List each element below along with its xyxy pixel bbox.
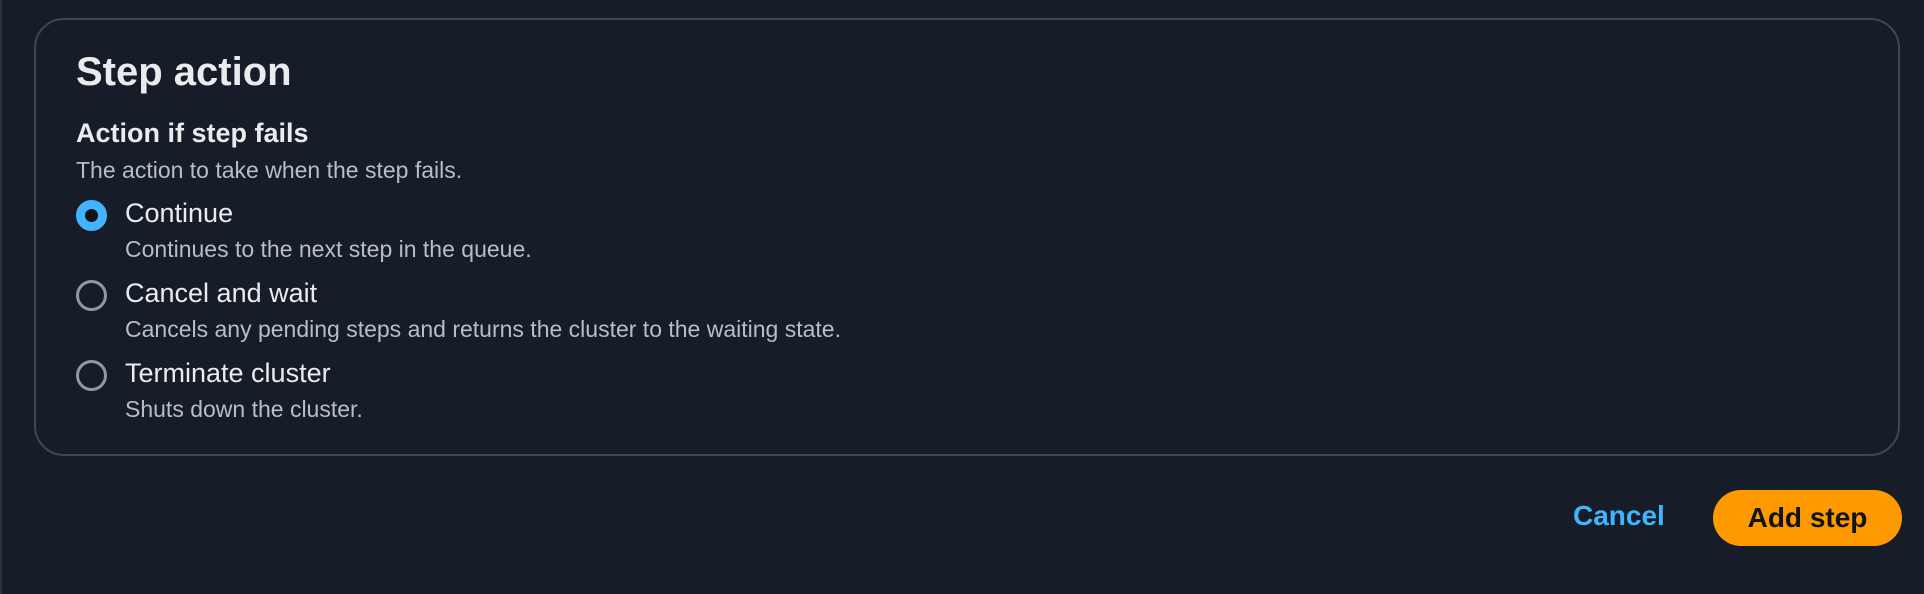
radio-button[interactable] <box>76 360 107 391</box>
radio-option-label: Continue <box>125 198 234 228</box>
radio-option-cancel-and-wait[interactable]: Cancel and wait Cancels any pending step… <box>76 278 976 352</box>
step-action-panel: Step action Action if step fails The act… <box>34 18 1900 456</box>
radio-option-terminate-cluster[interactable]: Terminate cluster Shuts down the cluster… <box>76 358 976 432</box>
radio-button[interactable] <box>76 280 107 311</box>
radio-button-checked[interactable] <box>76 200 107 231</box>
field-description: The action to take when the step fails. <box>76 157 463 183</box>
radio-option-description: Shuts down the cluster. <box>125 396 363 422</box>
radio-option-label: Terminate cluster <box>125 358 331 388</box>
field-label: Action if step fails <box>76 118 309 148</box>
add-step-button[interactable]: Add step <box>1713 490 1902 546</box>
panel-title: Step action <box>76 50 292 94</box>
radio-option-continue[interactable]: Continue Continues to the next step in t… <box>76 198 976 272</box>
radio-option-description: Cancels any pending steps and returns th… <box>125 316 841 342</box>
page: Step action Action if step fails The act… <box>0 0 1924 594</box>
radio-option-description: Continues to the next step in the queue. <box>125 236 532 262</box>
radio-option-label: Cancel and wait <box>125 278 318 308</box>
cancel-button[interactable]: Cancel <box>1573 500 1665 532</box>
